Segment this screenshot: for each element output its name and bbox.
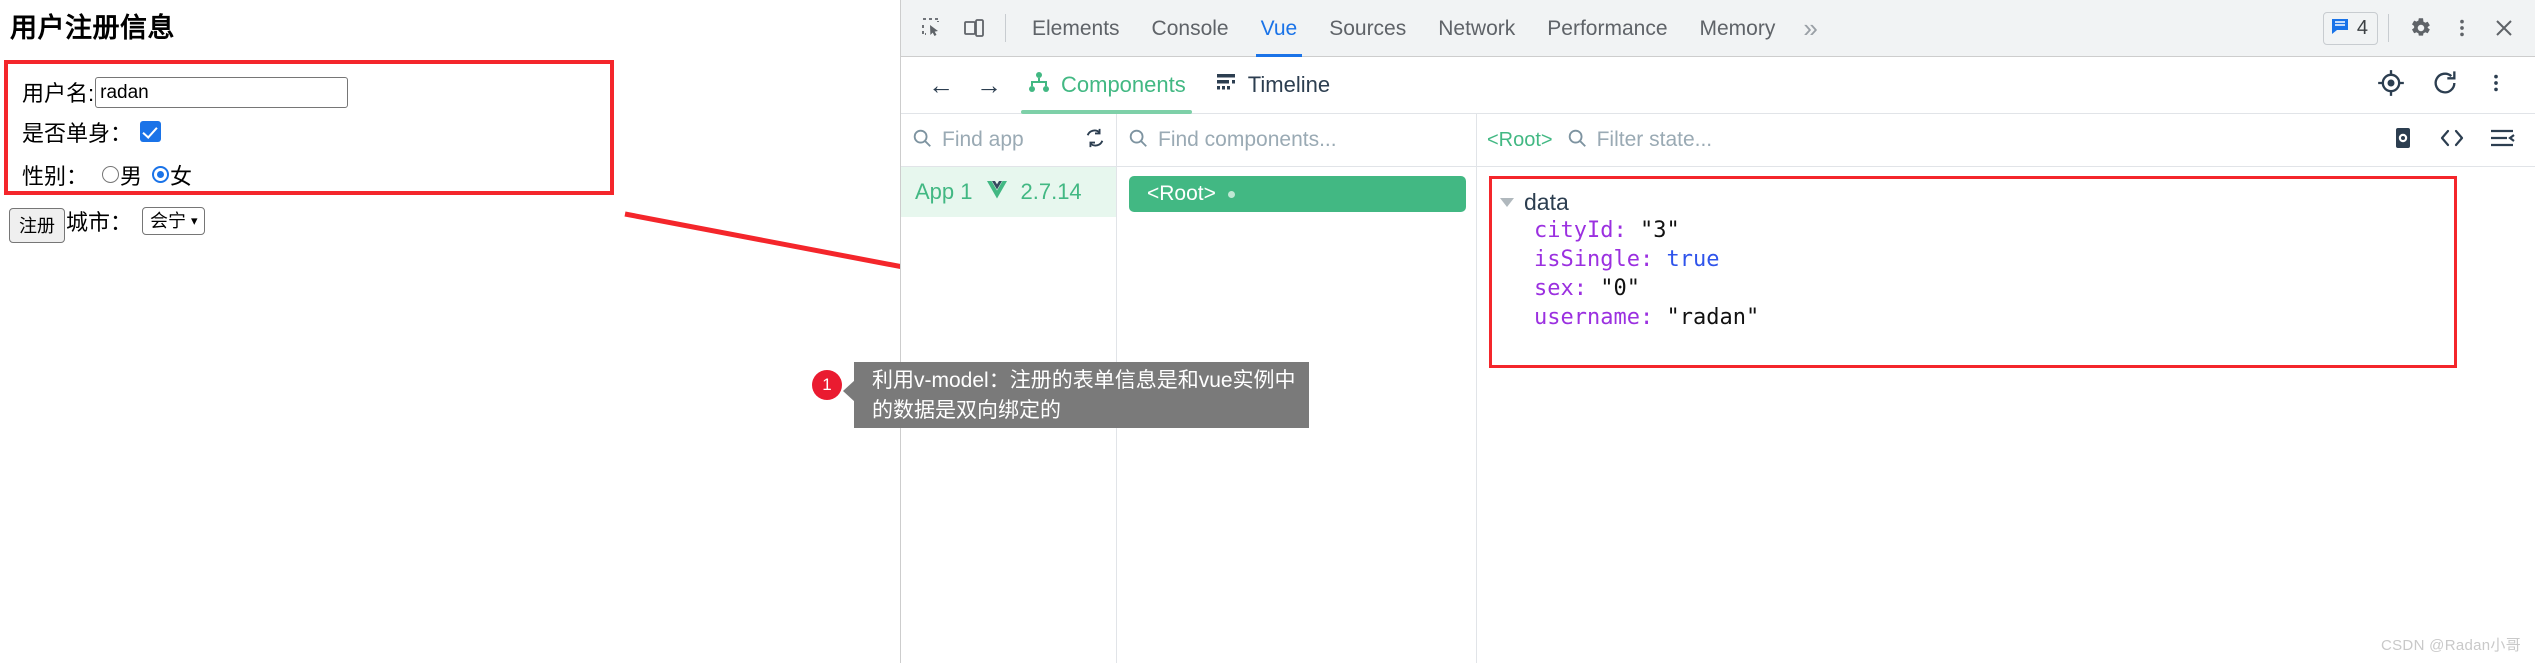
sync-icon[interactable] <box>1084 127 1106 154</box>
more-vertical-icon[interactable] <box>2485 70 2507 101</box>
sex-option-male[interactable]: 男 <box>102 159 142 191</box>
register-button[interactable]: 注册 <box>9 208 65 243</box>
find-components-input[interactable]: Find components... <box>1158 128 1337 152</box>
app-version: 2.7.14 <box>1020 179 1082 204</box>
sex-row: 性别：男女 <box>22 159 202 191</box>
find-components-search-row: Find components... <box>1117 114 1476 167</box>
state-value: "radan" <box>1666 305 1760 330</box>
tab-elements[interactable]: Elements <box>1016 0 1136 57</box>
state-entry-cityId[interactable]: cityId: "3" <box>1534 216 2454 245</box>
component-tree-node-root[interactable]: <Root> <box>1129 176 1466 212</box>
watermark: CSDN @Radan小哥 <box>2381 637 2521 654</box>
toolbar-divider <box>1005 14 1006 42</box>
vue-logo-icon <box>985 180 1009 205</box>
inspect-dom-icon[interactable] <box>2391 126 2415 155</box>
state-value: "0" <box>1600 276 1640 301</box>
close-icon[interactable] <box>2483 7 2525 49</box>
sex-option-female[interactable]: 女 <box>152 159 192 191</box>
open-in-editor-icon[interactable] <box>2439 127 2465 154</box>
devtools-topbar: Elements Console Vue Sources Network Per… <box>901 0 2535 57</box>
sex-label: 性别： <box>22 164 89 189</box>
sex-option-male-label: 男 <box>120 164 143 189</box>
caret-down-icon[interactable] <box>1500 198 1514 207</box>
filter-state-search-row: <Root> Filter state... <box>1477 114 2535 167</box>
state-key: username <box>1534 305 1640 330</box>
timeline-icon <box>1214 71 1238 99</box>
vue-tab-components-label: Components <box>1061 72 1186 97</box>
find-app-search-row: Find app <box>901 114 1116 167</box>
devtools-panel: Elements Console Vue Sources Network Per… <box>900 0 2535 663</box>
issues-badge[interactable]: 4 <box>2322 11 2378 45</box>
app-name: App 1 <box>915 179 973 204</box>
vue-toolbar-right-icons <box>2377 69 2535 102</box>
tab-console[interactable]: Console <box>1136 0 1245 57</box>
radio-female-icon[interactable] <box>152 165 170 183</box>
state-key: isSingle <box>1534 247 1640 272</box>
search-icon <box>1127 127 1149 154</box>
single-label: 是否单身： <box>22 121 133 146</box>
tab-network[interactable]: Network <box>1422 0 1531 57</box>
gear-icon[interactable] <box>2399 7 2441 49</box>
state-key: sex <box>1534 276 1574 301</box>
callout-badge: 1 <box>812 370 842 400</box>
state-value: true <box>1666 247 1720 272</box>
data-group-header[interactable]: data <box>1492 179 2454 216</box>
data-group-label: data <box>1524 189 1569 215</box>
sex-option-female-label: 女 <box>170 164 193 189</box>
state-panel-actions <box>2391 126 2525 155</box>
component-tree-node-label: <Root> <box>1147 182 1216 205</box>
city-select-value: 会宁 <box>150 211 187 231</box>
vue-tab-components[interactable]: Components <box>1013 57 1200 114</box>
find-app-input[interactable]: Find app <box>942 128 1024 152</box>
back-arrow-icon[interactable]: ← <box>917 70 965 101</box>
forward-arrow-icon[interactable]: → <box>965 70 1013 101</box>
tab-sources[interactable]: Sources <box>1313 0 1422 57</box>
registration-form-highlight-box: 用户名: radan 是否单身： 性别：男女 所在城市： 会宁 ▾ <box>4 60 614 235</box>
single-checkbox[interactable] <box>140 120 162 142</box>
search-icon <box>911 127 933 154</box>
tab-vue[interactable]: Vue <box>1245 0 1314 57</box>
right-cluster-divider <box>2388 14 2389 42</box>
inspect-element-icon[interactable] <box>911 7 953 49</box>
device-toolbar-icon[interactable] <box>953 7 995 49</box>
component-status-dot-icon <box>1227 190 1235 198</box>
tab-memory[interactable]: Memory <box>1684 0 1792 57</box>
state-breadcrumb: <Root> <box>1487 128 1553 151</box>
refresh-icon[interactable] <box>2431 69 2459 102</box>
search-icon <box>1566 127 1588 154</box>
username-input[interactable]: radan <box>95 76 349 108</box>
sex-radio-group: 男女 <box>102 161 202 189</box>
vue-tab-timeline[interactable]: Timeline <box>1200 57 1344 114</box>
component-tree-icon <box>1027 70 1051 100</box>
state-entry-sex[interactable]: sex: "0" <box>1534 274 2454 303</box>
tab-performance[interactable]: Performance <box>1531 0 1683 57</box>
state-entry-isSingle[interactable]: isSingle: true <box>1534 245 2454 274</box>
callout-tooltip: 利用v-model：注册的表单信息是和vue实例中的数据是双向绑定的 <box>843 362 1309 428</box>
state-value: "3" <box>1639 218 1680 243</box>
state-key: cityId <box>1534 218 1614 243</box>
filter-state-input[interactable]: Filter state... <box>1597 128 1713 152</box>
state-entry-username[interactable]: username: "radan" <box>1534 303 2454 332</box>
target-icon[interactable] <box>2377 69 2405 102</box>
issues-count: 4 <box>2356 16 2368 39</box>
issues-message-icon <box>2330 16 2350 41</box>
data-state-highlight-box: data cityId: "3" isSingle: true sex: "0" <box>1489 176 2457 368</box>
username-row: 用户名: radan <box>22 76 349 108</box>
single-row: 是否单身： <box>22 116 162 148</box>
page-title: 用户注册信息 <box>10 13 175 43</box>
topbar-right-cluster: 4 <box>2322 7 2535 49</box>
chevron-down-icon: ▾ <box>191 213 198 228</box>
vue-devtools-toolbar: ← → Components Timeline <box>901 57 2535 114</box>
state-column: <Root> Filter state... data cityId: "3" … <box>1477 114 2535 663</box>
radio-male-icon[interactable] <box>102 165 120 183</box>
more-tabs-icon[interactable]: » <box>1791 13 1829 44</box>
collapse-all-icon[interactable] <box>2489 127 2515 154</box>
vue-tab-timeline-label: Timeline <box>1247 72 1331 97</box>
city-select[interactable]: 会宁 ▾ <box>142 207 205 235</box>
rendered-webpage: 用户注册信息 用户名: radan 是否单身： 性别：男女 所在城市： 会宁 ▾ 注册 <box>0 0 900 663</box>
app-list-item[interactable]: App 1 2.7.14 <box>901 167 1116 217</box>
more-vertical-icon[interactable] <box>2441 7 2483 49</box>
username-label: 用户名: <box>22 81 95 106</box>
